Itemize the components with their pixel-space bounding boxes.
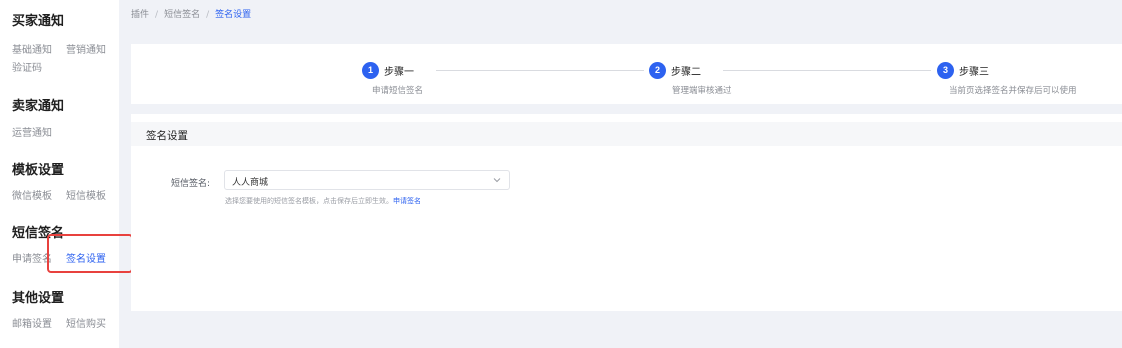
sidebar-item-operation-notice[interactable]: 运营通知 [12, 124, 52, 139]
section-title: 签名设置 [146, 130, 188, 142]
step-connector [723, 70, 931, 71]
breadcrumb-separator: / [206, 10, 210, 20]
sidebar-item-marketing-notice[interactable]: 营销通知 [66, 41, 106, 56]
breadcrumb-item-current: 签名设置 [215, 10, 252, 20]
section-header: 签名设置 [131, 122, 1122, 146]
sidebar-item-basic-notice[interactable]: 基础通知 [12, 41, 52, 56]
sidebar-item-email-settings[interactable]: 邮箱设置 [12, 315, 52, 330]
help-text: 选择您要使用的短信签名模板，点击保存后立即生效。申请签名 [225, 196, 421, 206]
step-2-desc: 管理端审核通过 [672, 86, 732, 96]
breadcrumb-item-plugins[interactable]: 插件 [131, 10, 149, 20]
chevron-down-icon [493, 178, 501, 183]
sidebar-item-sms-template[interactable]: 短信模板 [66, 187, 106, 202]
step-2-title: 步骤二 [671, 67, 701, 78]
step-3-desc: 当前页选择签名并保存后可以使用 [949, 86, 1077, 96]
sidebar-item-sms-purchase[interactable]: 短信购买 [66, 315, 106, 330]
sidebar: 买家通知 基础通知 营销通知 验证码 卖家通知 运营通知 模板设置 微信模板 短… [0, 0, 119, 348]
step-1-number: 1 [362, 62, 379, 79]
sidebar-group-title-templates: 模板设置 [12, 163, 65, 178]
sidebar-group-title-other: 其他设置 [12, 291, 65, 306]
sidebar-item-apply-signature[interactable]: 申请签名 [12, 250, 52, 265]
sidebar-group-title-buyer: 买家通知 [12, 14, 65, 29]
highlight-annotation [47, 234, 133, 273]
sms-signature-select[interactable]: 人人商城 [224, 170, 510, 190]
apply-signature-link[interactable]: 申请签名 [393, 197, 421, 205]
sidebar-group-title-seller: 卖家通知 [12, 99, 65, 114]
breadcrumb-separator: / [155, 10, 159, 20]
step-3-number: 3 [937, 62, 954, 79]
breadcrumb: 插件 / 短信签名 / 签名设置 [131, 7, 251, 20]
step-1-title: 步骤一 [384, 67, 414, 78]
signature-settings-panel: 签名设置 短信签名: 人人商城 选择您要使用的短信签名模板，点击保存后立即生效。… [131, 114, 1122, 311]
step-1-desc: 申请短信签名 [372, 86, 424, 96]
step-connector [436, 70, 644, 71]
step-2-number: 2 [649, 62, 666, 79]
steps-panel: 1 步骤一 申请短信签名 2 步骤二 管理端审核通过 3 步骤三 当前页选择签名… [131, 44, 1122, 104]
sidebar-item-verification-code[interactable]: 验证码 [12, 59, 42, 74]
help-text-body: 选择您要使用的短信签名模板，点击保存后立即生效。 [225, 197, 393, 205]
step-3-title: 步骤三 [959, 67, 989, 78]
sms-signature-label: 短信签名: [171, 179, 211, 189]
breadcrumb-item-sms-signature[interactable]: 短信签名 [164, 10, 200, 20]
sms-signature-select-value: 人人商城 [232, 178, 269, 188]
sidebar-item-wechat-template[interactable]: 微信模板 [12, 187, 52, 202]
